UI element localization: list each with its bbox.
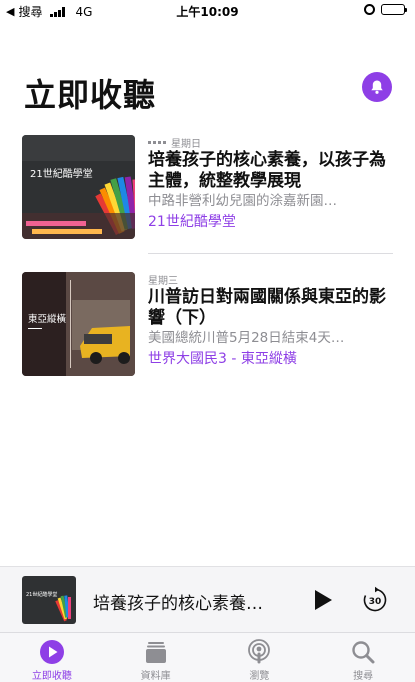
play-icon <box>315 590 332 610</box>
bell-icon <box>371 80 383 94</box>
alarm-icon <box>364 4 375 15</box>
page-title: 立即收聽 <box>24 76 157 114</box>
mini-player[interactable]: 21世紀酷學堂 培養孩子的核心素養… 30 <box>0 566 415 632</box>
mini-player-artwork-title: 21世紀酷學堂 <box>26 591 57 598</box>
mini-player-artwork: 21世紀酷學堂 <box>22 576 76 624</box>
notifications-button[interactable] <box>362 72 392 102</box>
episode-item[interactable]: 21世紀酷學堂 星期日 培養孩子的核心素養，以孩子為主體，統整教學展現 中路非營… <box>22 135 394 241</box>
episode-description: 中路非營利幼兒園的涂嘉新園… <box>148 193 337 209</box>
status-bar: ◀ 搜尋 4G 上午10:09 <box>0 0 415 22</box>
episode-artwork-title: 21世紀酷學堂 <box>30 167 93 180</box>
skip-forward-button[interactable]: 30 <box>361 586 389 614</box>
list-divider <box>148 253 393 254</box>
tab-label: 立即收聽 <box>31 671 72 682</box>
episode-item[interactable]: 東亞縱橫 星期三 川普訪日對兩國關係與東亞的影響（下） 美國總統川普5月28日結… <box>22 272 394 378</box>
episode-description: 美國總統川普5月28日結束4天… <box>148 330 345 346</box>
episode-day: 星期日 <box>171 138 201 150</box>
episode-title[interactable]: 培養孩子的核心素養，以孩子為主體，統整教學展現 <box>148 150 394 192</box>
episode-day: 星期三 <box>148 275 178 287</box>
tab-library[interactable]: 資料庫 <box>104 633 208 682</box>
skip-seconds-label: 30 <box>369 597 382 607</box>
tab-browse[interactable]: 瀏覽 <box>208 633 312 682</box>
skip-forward-30-icon: 30 <box>363 586 387 612</box>
search-icon <box>352 640 375 663</box>
play-circle-icon <box>39 639 64 664</box>
tab-bar: 立即收聽 資料庫 瀏覽 搜尋 <box>0 632 415 682</box>
battery-icon <box>381 4 407 15</box>
episode-artwork: 21世紀酷學堂 <box>22 135 135 239</box>
episode-artwork-title: 東亞縱橫 <box>28 313 67 325</box>
tab-search[interactable]: 搜尋 <box>311 633 415 682</box>
library-icon <box>145 641 166 663</box>
tab-label: 搜尋 <box>353 671 374 682</box>
episode-artwork: 東亞縱橫 <box>22 272 135 376</box>
episode-show-link[interactable]: 21世紀酷學堂 <box>148 212 394 233</box>
tab-label: 瀏覽 <box>249 671 270 682</box>
play-button[interactable] <box>312 588 334 612</box>
episode-title[interactable]: 川普訪日對兩國關係與東亞的影響（下） <box>148 287 394 329</box>
status-time: 上午10:09 <box>176 5 239 19</box>
tab-label: 資料庫 <box>140 671 171 682</box>
unplayed-dots-icon <box>148 140 166 144</box>
podcast-icon <box>248 638 271 663</box>
tab-listen-now[interactable]: 立即收聽 <box>0 633 104 682</box>
episode-show-link[interactable]: 世界大國民3 - 東亞縱橫 <box>148 349 394 370</box>
now-playing-title[interactable]: 培養孩子的核心素養… <box>93 589 263 614</box>
